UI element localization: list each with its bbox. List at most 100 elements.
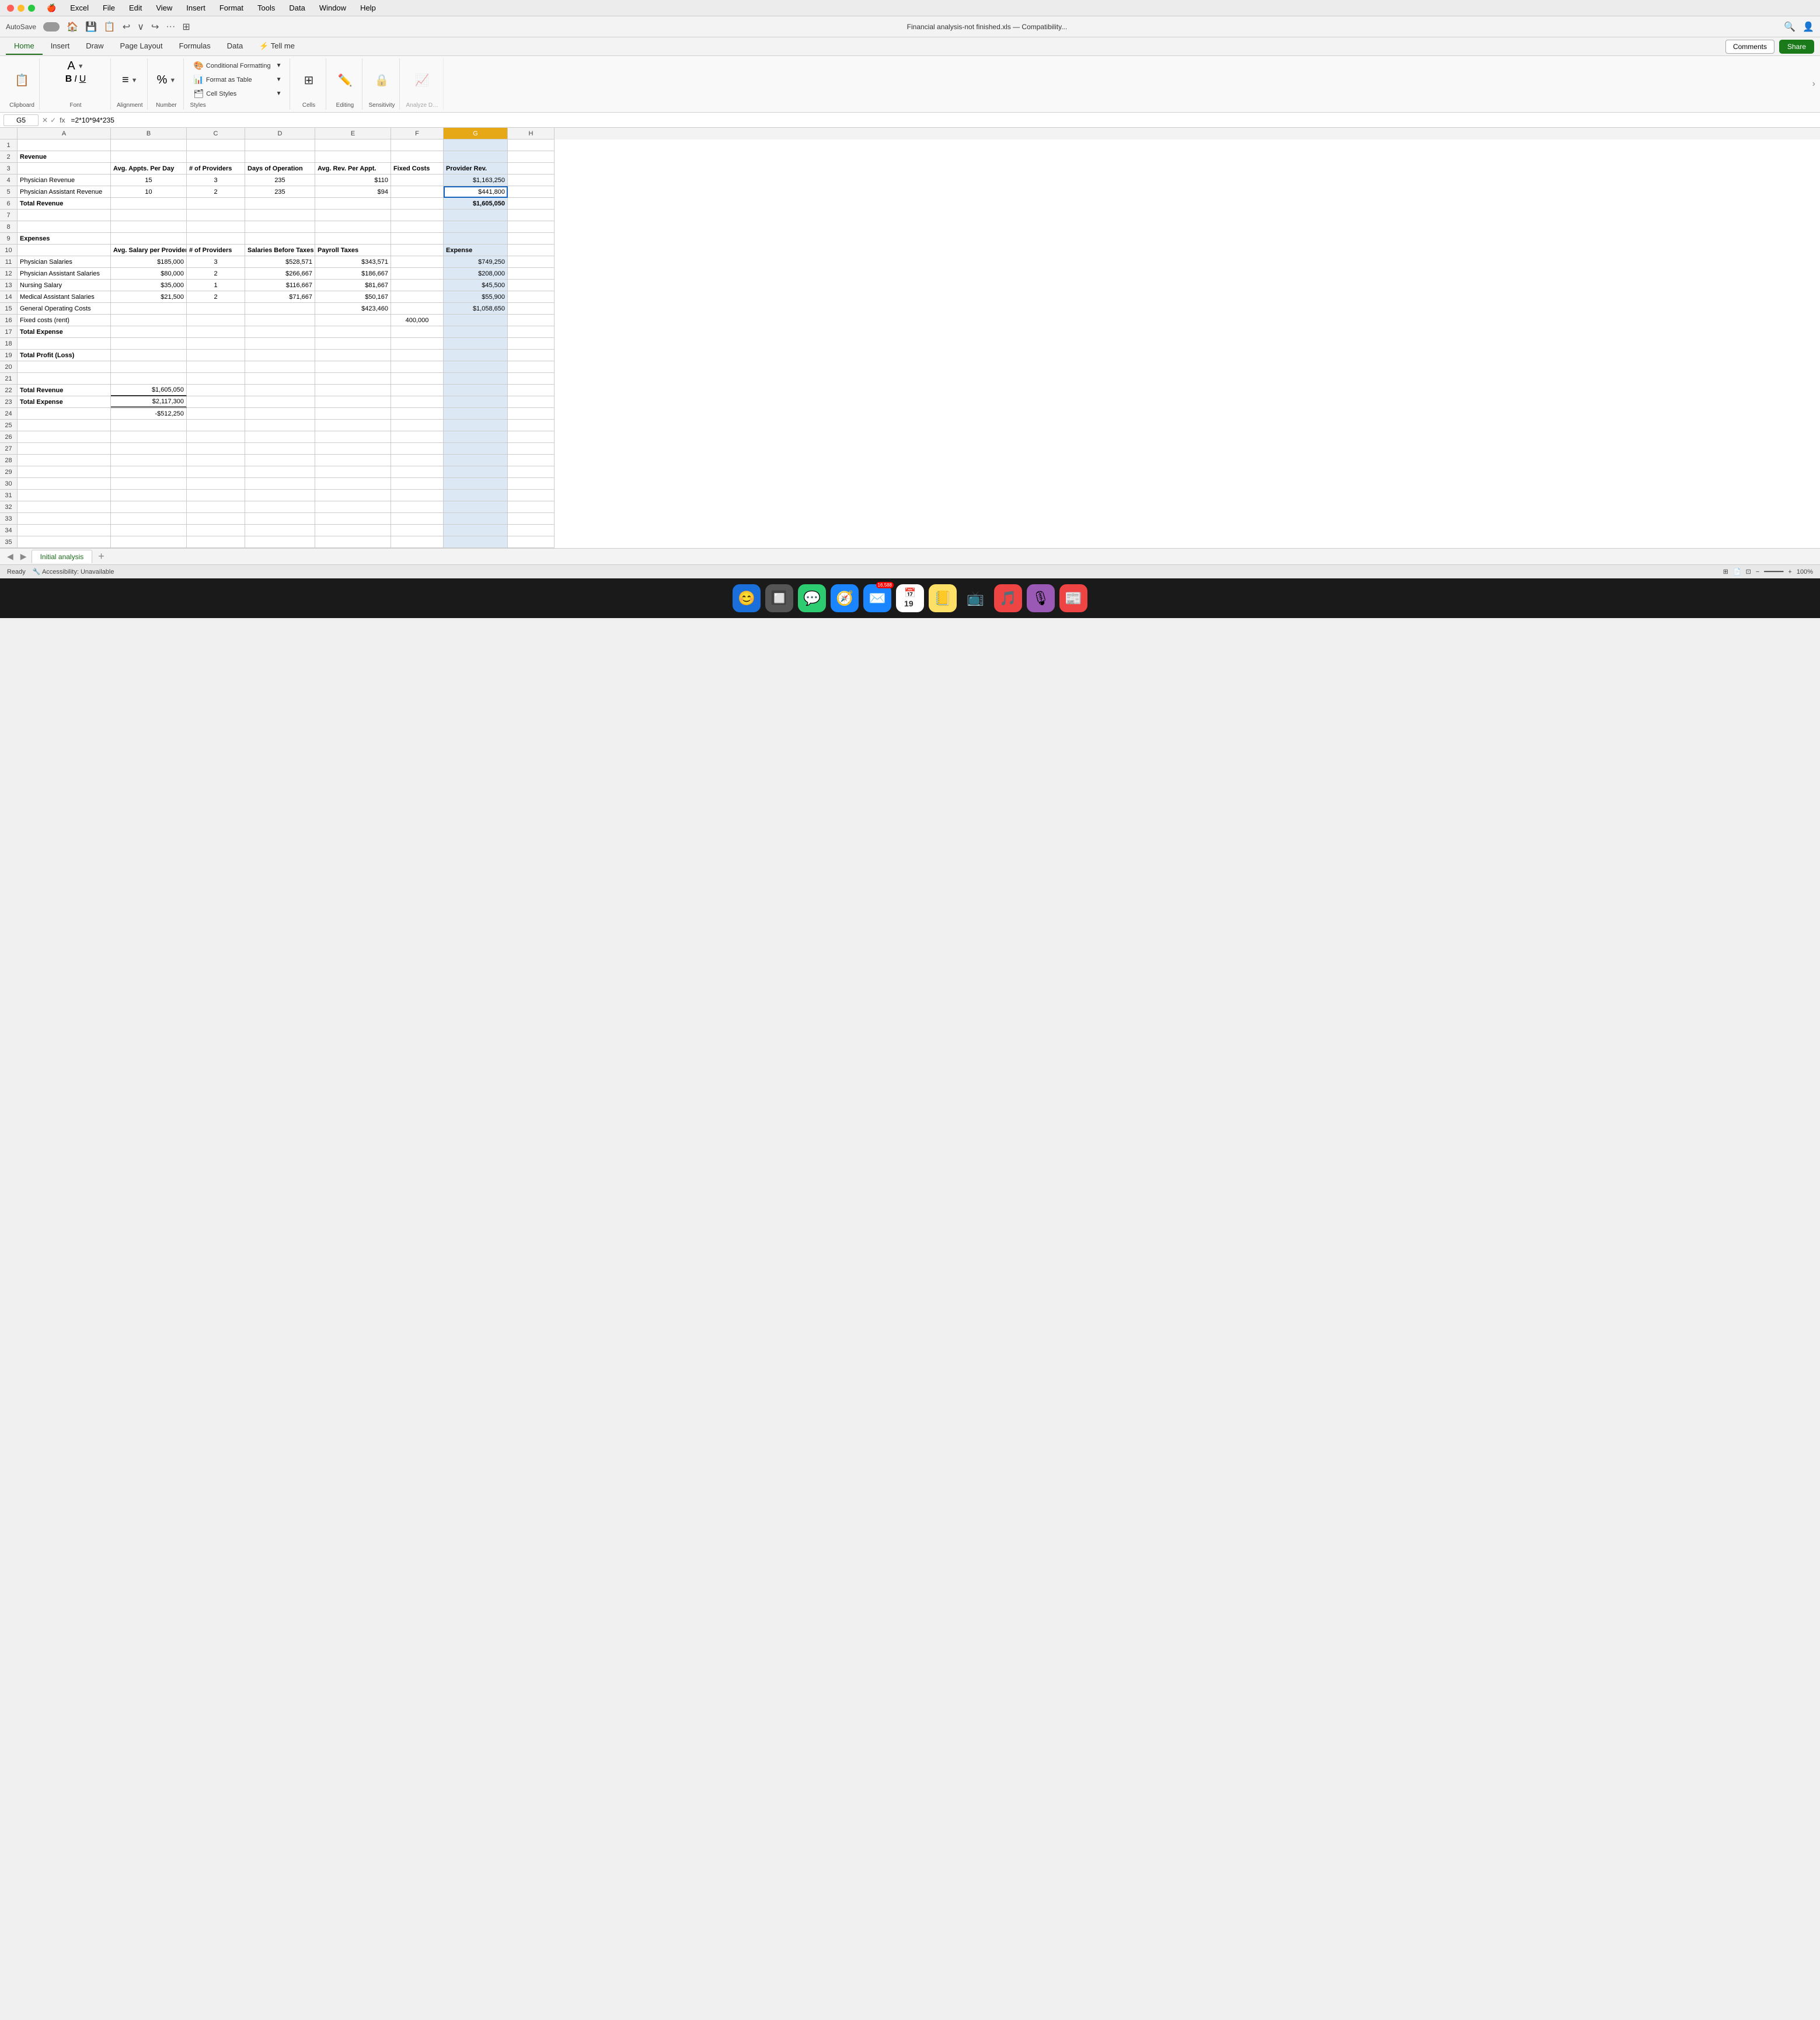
cell[interactable]: 3 xyxy=(187,175,245,186)
cell[interactable] xyxy=(111,513,187,525)
cell[interactable] xyxy=(18,210,111,221)
cell[interactable] xyxy=(187,338,245,350)
cell[interactable] xyxy=(18,513,111,525)
cell[interactable] xyxy=(187,198,245,210)
cell[interactable]: Provider Rev. xyxy=(444,163,508,175)
cell[interactable] xyxy=(391,490,444,501)
cell[interactable] xyxy=(187,361,245,373)
cell[interactable] xyxy=(508,420,555,431)
cell[interactable]: Fixed Costs xyxy=(391,163,444,175)
add-sheet-button[interactable]: + xyxy=(95,550,108,563)
conditional-formatting-arrow[interactable]: ▼ xyxy=(276,62,282,69)
cell[interactable] xyxy=(444,455,508,466)
cell[interactable] xyxy=(187,151,245,163)
dock-mail[interactable]: ✉️ 16,588 xyxy=(863,584,891,612)
cell[interactable] xyxy=(187,431,245,443)
cell[interactable] xyxy=(111,233,187,245)
cell[interactable] xyxy=(245,350,315,361)
cell[interactable] xyxy=(315,338,391,350)
cell[interactable] xyxy=(245,490,315,501)
cell-styles-arrow[interactable]: ▼ xyxy=(276,90,282,97)
col-header-D[interactable]: D xyxy=(245,128,315,139)
cell[interactable]: $45,500 xyxy=(444,280,508,291)
cell[interactable]: Physician Assistant Salaries xyxy=(18,268,111,280)
cell[interactable] xyxy=(111,326,187,338)
cell[interactable] xyxy=(315,373,391,385)
cell[interactable] xyxy=(187,455,245,466)
cell[interactable] xyxy=(444,373,508,385)
cell[interactable] xyxy=(18,490,111,501)
cell[interactable] xyxy=(18,525,111,536)
clipboard-btn[interactable]: 📋 xyxy=(11,73,34,88)
cell[interactable] xyxy=(111,361,187,373)
cell[interactable] xyxy=(111,315,187,326)
cell[interactable] xyxy=(245,525,315,536)
cell[interactable] xyxy=(187,420,245,431)
cell[interactable] xyxy=(245,420,315,431)
sheet-nav-next[interactable]: ▶ xyxy=(18,552,29,561)
cell[interactable] xyxy=(187,210,245,221)
cell[interactable] xyxy=(245,198,315,210)
cell[interactable]: $208,000 xyxy=(444,268,508,280)
col-header-C[interactable]: C xyxy=(187,128,245,139)
cell[interactable] xyxy=(444,385,508,396)
cell[interactable] xyxy=(391,443,444,455)
cell[interactable]: Expenses xyxy=(18,233,111,245)
cell[interactable] xyxy=(315,139,391,151)
cell[interactable] xyxy=(391,385,444,396)
cell[interactable] xyxy=(187,536,245,548)
cell[interactable] xyxy=(315,361,391,373)
cell[interactable] xyxy=(444,326,508,338)
tab-home[interactable]: Home xyxy=(6,38,43,55)
cell[interactable] xyxy=(245,139,315,151)
cell[interactable] xyxy=(391,245,444,256)
cell[interactable] xyxy=(245,536,315,548)
cell[interactable] xyxy=(391,478,444,490)
cell[interactable] xyxy=(245,443,315,455)
cell[interactable]: $2,117,300 xyxy=(111,396,187,408)
cell[interactable] xyxy=(391,139,444,151)
cell[interactable]: $441,800 xyxy=(444,186,508,198)
cell[interactable] xyxy=(391,326,444,338)
cell[interactable] xyxy=(187,501,245,513)
cell[interactable]: -$512,250 xyxy=(111,408,187,420)
confirm-formula-btn[interactable]: ✓ xyxy=(50,116,56,124)
cell[interactable]: 2 xyxy=(187,268,245,280)
cell[interactable] xyxy=(391,233,444,245)
cell[interactable] xyxy=(508,525,555,536)
cell[interactable] xyxy=(391,280,444,291)
cell[interactable] xyxy=(315,396,391,408)
tab-formulas[interactable]: Formulas xyxy=(171,38,219,55)
cell[interactable] xyxy=(391,455,444,466)
cell[interactable]: $94 xyxy=(315,186,391,198)
window-menu[interactable]: Window xyxy=(317,2,348,13)
cell[interactable]: 2 xyxy=(187,291,245,303)
tab-page-layout[interactable]: Page Layout xyxy=(112,38,171,55)
cell[interactable]: $185,000 xyxy=(111,256,187,268)
cell[interactable] xyxy=(508,186,555,198)
file-menu[interactable]: File xyxy=(100,2,117,13)
cell[interactable]: 10 xyxy=(111,186,187,198)
cell[interactable]: $80,000 xyxy=(111,268,187,280)
cell[interactable] xyxy=(187,513,245,525)
cell[interactable]: Physician Salaries xyxy=(18,256,111,268)
cell[interactable] xyxy=(315,233,391,245)
cell[interactable]: $528,571 xyxy=(245,256,315,268)
cell[interactable] xyxy=(187,373,245,385)
cell[interactable] xyxy=(111,466,187,478)
close-button[interactable] xyxy=(7,5,14,12)
cell[interactable] xyxy=(508,350,555,361)
cell[interactable] xyxy=(391,303,444,315)
cell[interactable] xyxy=(187,221,245,233)
cell[interactable] xyxy=(315,501,391,513)
cell[interactable] xyxy=(444,501,508,513)
cell[interactable] xyxy=(18,221,111,233)
dock-news[interactable]: 📰 xyxy=(1059,584,1087,612)
cell[interactable] xyxy=(391,525,444,536)
cell[interactable] xyxy=(508,338,555,350)
cell[interactable]: $110 xyxy=(315,175,391,186)
alignment-icon[interactable]: ≡ xyxy=(122,74,129,87)
cell[interactable] xyxy=(444,139,508,151)
cell[interactable] xyxy=(187,466,245,478)
cell[interactable] xyxy=(508,268,555,280)
